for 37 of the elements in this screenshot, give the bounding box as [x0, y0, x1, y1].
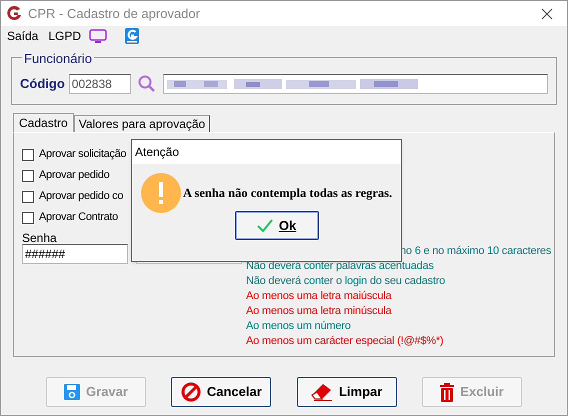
- ok-button[interactable]: Ok: [234, 211, 318, 240]
- rule-text: Ao menos um carácter especial (!@#$%*): [246, 334, 444, 349]
- app-logo-icon[interactable]: [125, 28, 140, 44]
- checkbox-label: Aprovar pedido co: [39, 189, 124, 204]
- password-field[interactable]: ######: [22, 244, 128, 264]
- checkbox-label: Aprovar pedido: [39, 168, 110, 184]
- close-icon[interactable]: [541, 8, 553, 20]
- checkbox[interactable]: [22, 212, 34, 224]
- window-title: CPR - Cadastro de aprovador: [28, 4, 200, 23]
- checkbox-label: Aprovar Contrato: [39, 210, 118, 226]
- monitor-icon[interactable]: [89, 28, 108, 42]
- checkbox-label: Aprovar solicitação: [39, 147, 126, 162]
- warning-icon: [141, 173, 181, 213]
- clear-button[interactable]: Limpar: [296, 377, 397, 407]
- menu-item[interactable]: LGPD: [48, 26, 82, 44]
- menu-item[interactable]: Saída: [7, 26, 38, 44]
- app-logo-icon: [6, 6, 22, 22]
- code-field[interactable]: 002838: [68, 74, 131, 94]
- code-label: Código: [20, 75, 65, 94]
- checkbox[interactable]: [22, 148, 34, 160]
- rule-text: Não deverá conter o login do seu cadastro: [246, 274, 446, 289]
- cancel-button[interactable]: Cancelar: [171, 377, 272, 407]
- rule-text: Ao menos uma letra maiúscula: [246, 289, 393, 304]
- search-icon[interactable]: [136, 74, 157, 94]
- rule-text: Ao menos uma letra minúscula: [246, 304, 393, 319]
- trash-icon: [440, 382, 454, 402]
- tab[interactable]: Valores para aprovação: [74, 115, 210, 132]
- tab[interactable]: Cadastro: [13, 113, 74, 132]
- dialog-message: A senha não contempla todas as regras.: [183, 184, 392, 202]
- checkbox[interactable]: [22, 190, 34, 202]
- password-label: Senha: [22, 230, 58, 244]
- eraser-icon: [310, 383, 333, 401]
- dialog-title: Atenção: [135, 144, 180, 161]
- checkbox[interactable]: [22, 170, 34, 182]
- prohibited-icon: [180, 382, 201, 402]
- rule-text: Ao menos um número: [246, 319, 352, 334]
- checkmark-icon: [256, 219, 273, 232]
